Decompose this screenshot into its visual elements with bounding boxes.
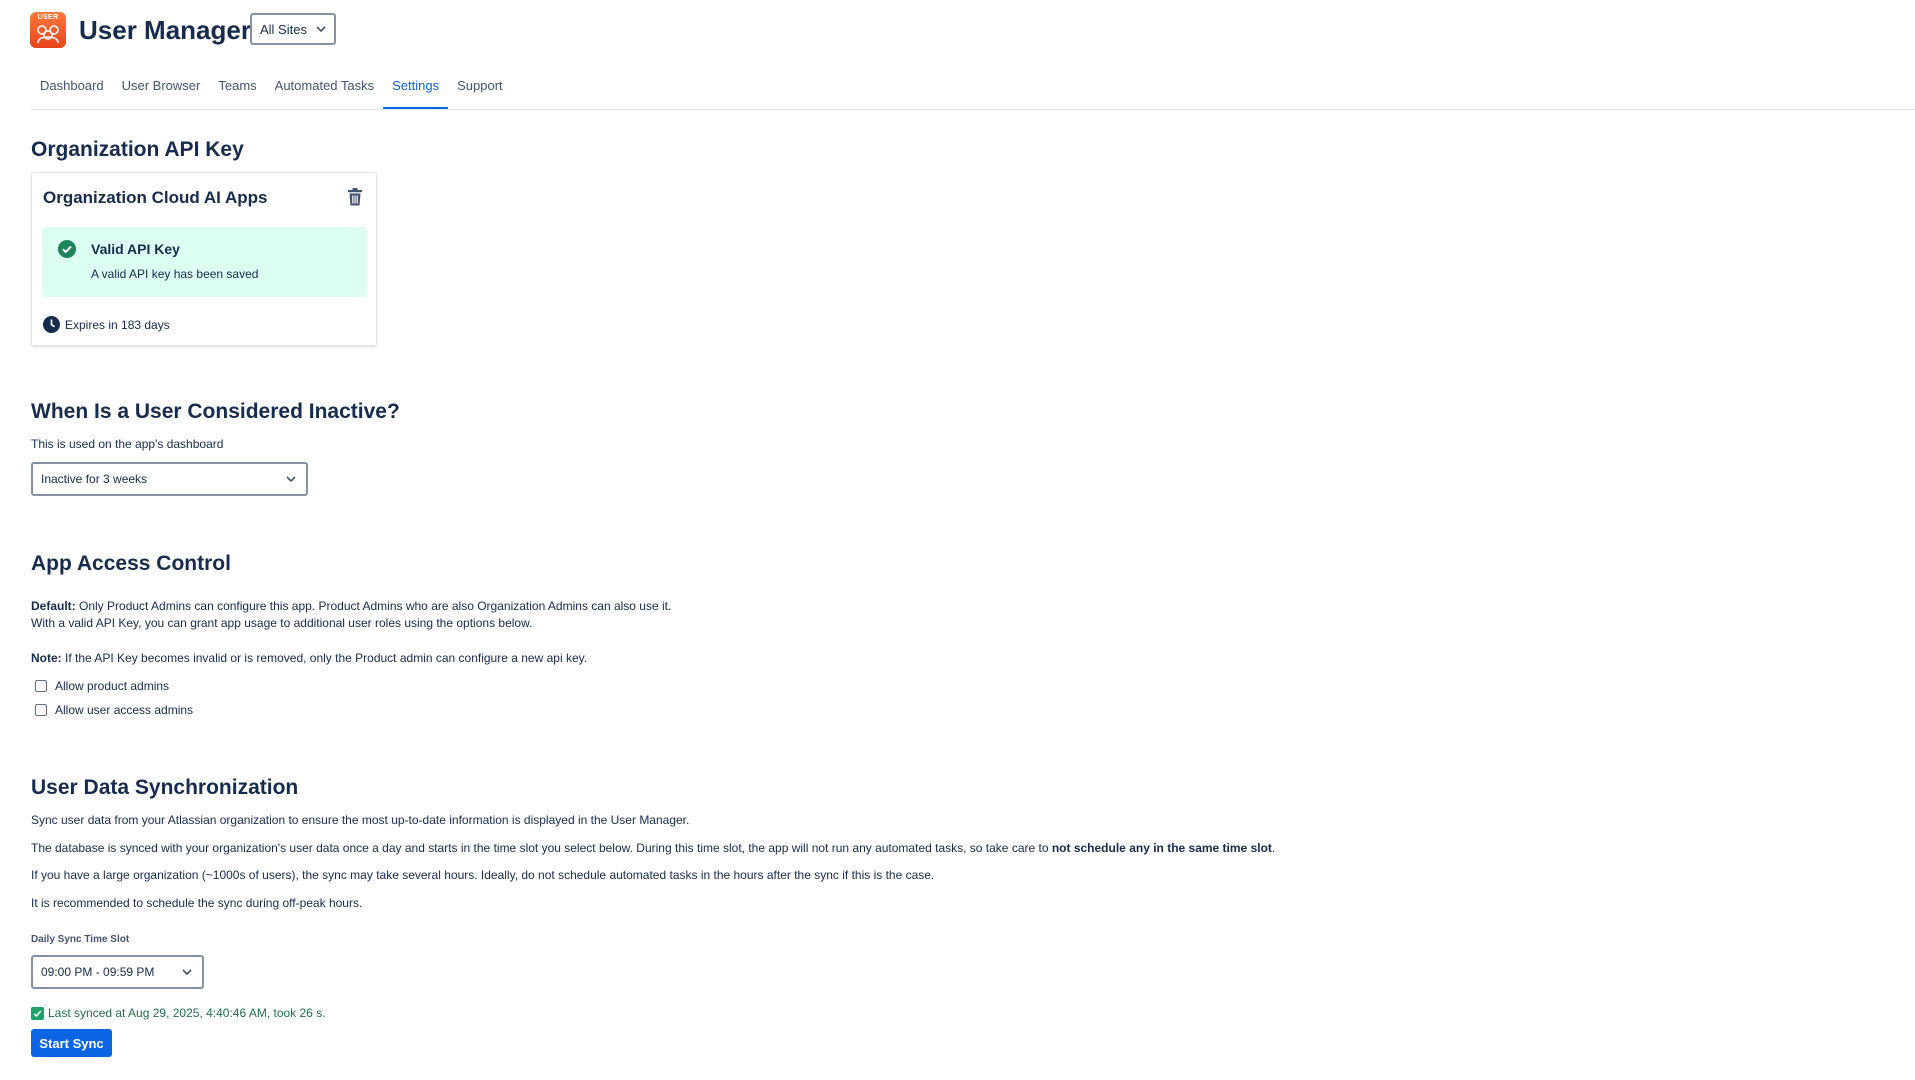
main-nav: Dashboard User Browser Teams Automated T… <box>31 72 512 110</box>
access-section-title: App Access Control <box>31 552 231 575</box>
api-key-card-title: Organization Cloud AI Apps <box>43 188 268 207</box>
sync-slot-label: Daily Sync Time Slot <box>31 934 130 945</box>
tab-automated-tasks[interactable]: Automated Tasks <box>266 72 383 110</box>
trash-icon[interactable] <box>347 188 363 206</box>
sync-paragraph-2-bold: not schedule any in the same time slot <box>1051 841 1272 855</box>
inactive-period-select[interactable]: Inactive for 3 weeks <box>31 462 308 496</box>
access-note-label: Note: <box>31 651 62 665</box>
sync-paragraph-2-end: . <box>1271 841 1276 855</box>
site-selector[interactable]: All Sites <box>250 13 336 45</box>
chevron-down-icon <box>286 476 296 482</box>
chevron-down-icon <box>316 26 326 32</box>
access-note-body: If the API Key becomes invalid or is rem… <box>61 651 588 665</box>
sync-paragraph-2-start: The database is synced with your organiz… <box>31 841 1052 855</box>
sync-slot-select[interactable]: 09:00 PM - 09:59 PM <box>31 955 204 989</box>
api-key-section-title: Organization API Key <box>31 138 244 161</box>
chevron-down-icon <box>182 969 192 975</box>
tab-teams[interactable]: Teams <box>209 72 265 110</box>
tab-settings[interactable]: Settings <box>383 72 449 110</box>
sync-status-text: Last synced at Aug 29, 2025, 4:40:46 AM,… <box>48 1006 326 1020</box>
access-default-label: Default: <box>31 599 76 613</box>
inactive-section-title: When Is a User Considered Inactive? <box>31 400 400 423</box>
allow-product-admins-option[interactable]: Allow product admins <box>35 679 169 693</box>
site-selector-value: All Sites <box>260 21 307 37</box>
logo-text: USER <box>37 14 59 21</box>
sync-paragraph-3: If you have a large organization (~1000s… <box>31 868 935 882</box>
users-icon <box>37 25 59 44</box>
allow-user-access-admins-label[interactable]: Allow user access admins <box>55 703 193 717</box>
sync-paragraph-2: The database is synced with your organiz… <box>31 840 1831 856</box>
access-note: Note: If the API Key becomes invalid or … <box>31 650 1331 666</box>
sync-status: Last synced at Aug 29, 2025, 4:40:46 AM,… <box>31 1006 326 1020</box>
start-sync-button[interactable]: Start Sync <box>31 1029 112 1057</box>
api-key-expiry-text: Expires in 183 days <box>65 317 170 332</box>
access-default-text: Default: Only Product Admins can configu… <box>31 598 1331 614</box>
api-key-status-message: A valid API key has been saved <box>91 267 259 281</box>
api-key-status-title: Valid API Key <box>91 241 180 257</box>
clock-icon <box>43 316 60 333</box>
inactive-period-value: Inactive for 3 weeks <box>41 472 148 486</box>
api-key-status-box: Valid API Key A valid API key has been s… <box>42 227 367 297</box>
tab-user-browser[interactable]: User Browser <box>113 72 210 110</box>
tab-dashboard[interactable]: Dashboard <box>31 72 113 110</box>
check-circle-icon <box>58 240 76 258</box>
allow-user-access-admins-checkbox[interactable] <box>35 704 47 716</box>
sync-slot-value: 09:00 PM - 09:59 PM <box>41 965 155 979</box>
allow-product-admins-checkbox[interactable] <box>35 680 47 692</box>
app-logo: USER <box>30 12 66 48</box>
tab-support[interactable]: Support <box>448 72 512 110</box>
allow-user-access-admins-option[interactable]: Allow user access admins <box>35 703 193 717</box>
sync-section-title: User Data Synchronization <box>31 776 299 799</box>
access-default-body: Only Product Admins can configure this a… <box>75 599 672 613</box>
nav-divider <box>31 109 1915 110</box>
api-key-card: Organization Cloud AI Apps Valid API Key… <box>31 172 377 346</box>
check-box-icon <box>31 1006 44 1020</box>
access-default-line2: With a valid API Key, you can grant app … <box>31 616 533 630</box>
sync-paragraph-4: It is recommended to schedule the sync d… <box>31 896 363 910</box>
app-title: User Manager <box>79 15 251 45</box>
inactive-description: This is used on the app's dashboard <box>31 437 224 451</box>
sync-paragraph-1: Sync user data from your Atlassian organ… <box>31 813 690 827</box>
allow-product-admins-label[interactable]: Allow product admins <box>55 679 169 693</box>
api-key-expiry: Expires in 183 days <box>43 316 170 333</box>
